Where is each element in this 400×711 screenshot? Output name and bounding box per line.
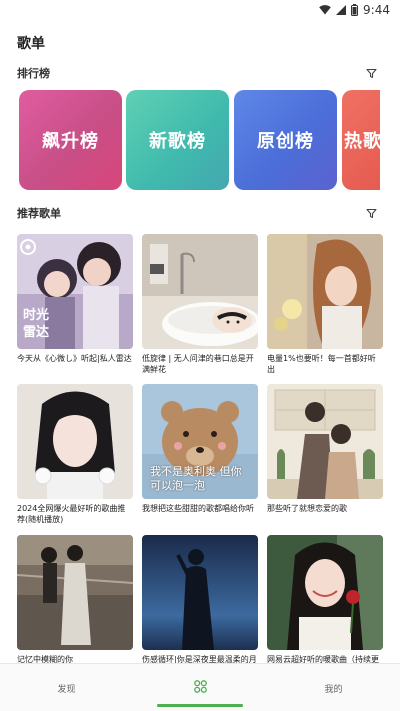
rank-card-new[interactable]: 新歌榜 xyxy=(126,90,229,190)
recommend-section-header: 推荐歌单 xyxy=(17,204,378,222)
playlist-cover xyxy=(142,535,258,650)
playlist-cover xyxy=(267,234,383,349)
playlist-cover-text: 我不是奥利奥 但你可以泡一泡 xyxy=(150,465,242,492)
playlist-cover xyxy=(267,535,383,650)
rank-section-title: 排行榜 xyxy=(17,67,50,80)
playlist-card[interactable]: 2024全网爆火最好听的歌曲推荐(随机播放) xyxy=(17,384,133,525)
filter-icon[interactable] xyxy=(364,66,378,80)
playlist-cover: 我不是奥利奥 但你可以泡一泡 xyxy=(142,384,258,499)
rank-list: 飙升榜 新歌榜 原创榜 热歌榜 xyxy=(19,90,380,190)
nav-discover-label: 发现 xyxy=(57,684,76,695)
rank-card-soaring[interactable]: 飙升榜 xyxy=(19,90,122,190)
playlist-title: 今天从《心微し》听起|私人雷达 xyxy=(17,354,132,363)
playlist-title: 那些听了就想恋爱的歌 xyxy=(267,504,347,513)
rank-card-label: 新歌榜 xyxy=(149,131,206,152)
playlist-card[interactable]: 记忆中模糊的你 xyxy=(17,535,133,676)
playlist-title: 我想把这些甜甜的歌都唱给你听 xyxy=(142,504,254,513)
playlist-title: 电量1%也要听！每一首都好听出 xyxy=(267,354,376,374)
playlist-cover xyxy=(17,535,133,650)
signal-icon xyxy=(336,5,347,15)
battery-icon xyxy=(351,4,359,16)
playlist-title: 低旋律 | 无人问津的巷口总是开满鲜花 xyxy=(142,354,254,374)
nav-active-indicator xyxy=(157,704,243,707)
playlist-cover xyxy=(267,384,383,499)
playlist-card[interactable]: 时光 雷达 今天从《心微し》听起|私人雷达 xyxy=(17,234,133,375)
rank-card-hot[interactable]: 热歌榜 xyxy=(342,90,380,190)
status-bar: 9:44 xyxy=(0,0,400,22)
playlist-cover xyxy=(17,384,133,499)
playlist-card[interactable]: 那些听了就想恋爱的歌 xyxy=(267,384,383,525)
rank-card-original[interactable]: 原创榜 xyxy=(234,90,337,190)
playlist-cover xyxy=(142,234,258,349)
rank-card-label: 热歌榜 xyxy=(344,131,380,152)
grid-icon xyxy=(193,680,207,696)
rank-card-label: 飙升榜 xyxy=(42,131,99,152)
page-title: 歌单 xyxy=(17,36,45,52)
nav-discover[interactable]: 发现 xyxy=(0,664,133,711)
playlist-cover: 时光 雷达 xyxy=(17,234,133,349)
playlist-card[interactable]: 我不是奥利奥 但你可以泡一泡 我想把这些甜甜的歌都唱给你听 xyxy=(142,384,258,525)
playlist-card[interactable]: 电量1%也要听！每一首都好听出 xyxy=(267,234,383,375)
playlist-title: 2024全网爆火最好听的歌曲推荐(随机播放) xyxy=(17,504,126,524)
playlist-card[interactable]: 网易云超好听的暖歌曲（持续更新） xyxy=(267,535,383,676)
filter-icon[interactable] xyxy=(364,206,378,220)
nav-mine-label: 我的 xyxy=(324,684,343,695)
playlist-cover-text: 时光 雷达 xyxy=(23,308,50,340)
playlist-card[interactable]: 伤感循环|你是深夜里最温柔的月光 xyxy=(142,535,258,676)
rank-section-header: 排行榜 xyxy=(17,64,378,82)
playlist-card[interactable]: 低旋律 | 无人问津的巷口总是开满鲜花 xyxy=(142,234,258,375)
wifi-icon xyxy=(319,5,331,15)
status-icons: 9:44 xyxy=(319,3,390,17)
recommend-section-title: 推荐歌单 xyxy=(17,207,61,220)
status-time: 9:44 xyxy=(363,3,390,17)
nav-mine[interactable]: 我的 xyxy=(267,664,400,711)
bottom-nav: 发现 我的 xyxy=(0,663,400,711)
rank-card-label: 原创榜 xyxy=(257,131,314,152)
